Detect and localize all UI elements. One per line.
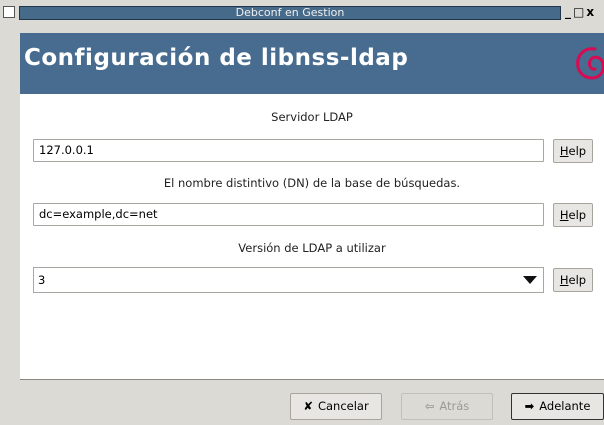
close-button[interactable]: x <box>586 6 596 18</box>
help-mnemonic: H <box>559 273 569 287</box>
page-title: Configuración de libnss-ldap <box>24 45 409 71</box>
bottom-separator <box>20 379 604 380</box>
server-input[interactable]: 127.0.0.1 <box>33 139 544 162</box>
content-panel <box>20 94 604 379</box>
cancel-x-icon: ✘ <box>303 399 313 413</box>
version-value: 3 <box>38 273 46 287</box>
version-select[interactable]: 3 <box>33 267 544 293</box>
dn-input[interactable]: dc=example,dc=net <box>33 203 544 226</box>
cancel-label: Cancelar <box>317 399 369 413</box>
help-label-rest: elp <box>568 273 587 287</box>
help-label-rest: elp <box>568 208 587 222</box>
help-label-rest: elp <box>568 144 587 158</box>
arrow-left-icon: ⇦ <box>424 399 435 413</box>
next-label: Adelante <box>539 399 591 413</box>
header-banner: Configuración de libnss-ldap <box>20 33 604 94</box>
maximize-button[interactable]: □ <box>573 6 586 18</box>
help-mnemonic: H <box>559 208 569 222</box>
chevron-down-icon[interactable] <box>522 275 538 285</box>
cancel-button[interactable]: ✘ Cancelar <box>290 393 382 420</box>
server-help-button[interactable]: Help <box>553 139 593 163</box>
back-label: Atrás <box>439 399 470 413</box>
version-help-button[interactable]: Help <box>553 268 593 292</box>
window-menu-icon[interactable] <box>3 6 15 18</box>
help-mnemonic: H <box>559 144 569 158</box>
dn-label: El nombre distintivo (DN) de la base de … <box>163 176 461 190</box>
debian-swirl-icon <box>576 47 604 80</box>
server-label: Servidor LDAP <box>271 110 353 124</box>
back-button[interactable]: ⇦ Atrás <box>401 393 493 420</box>
minimize-button[interactable]: _ <box>565 6 573 18</box>
version-label: Versión de LDAP a utilizar <box>238 241 386 255</box>
arrow-right-icon: ➡ <box>524 399 535 413</box>
window-controls: _□x <box>565 6 604 20</box>
title-bar: Debconf en Gestion _□x <box>0 0 604 28</box>
window-title: Debconf en Gestion <box>19 6 561 20</box>
next-button[interactable]: ➡ Adelante <box>511 393 604 420</box>
dn-help-button[interactable]: Help <box>553 203 593 227</box>
